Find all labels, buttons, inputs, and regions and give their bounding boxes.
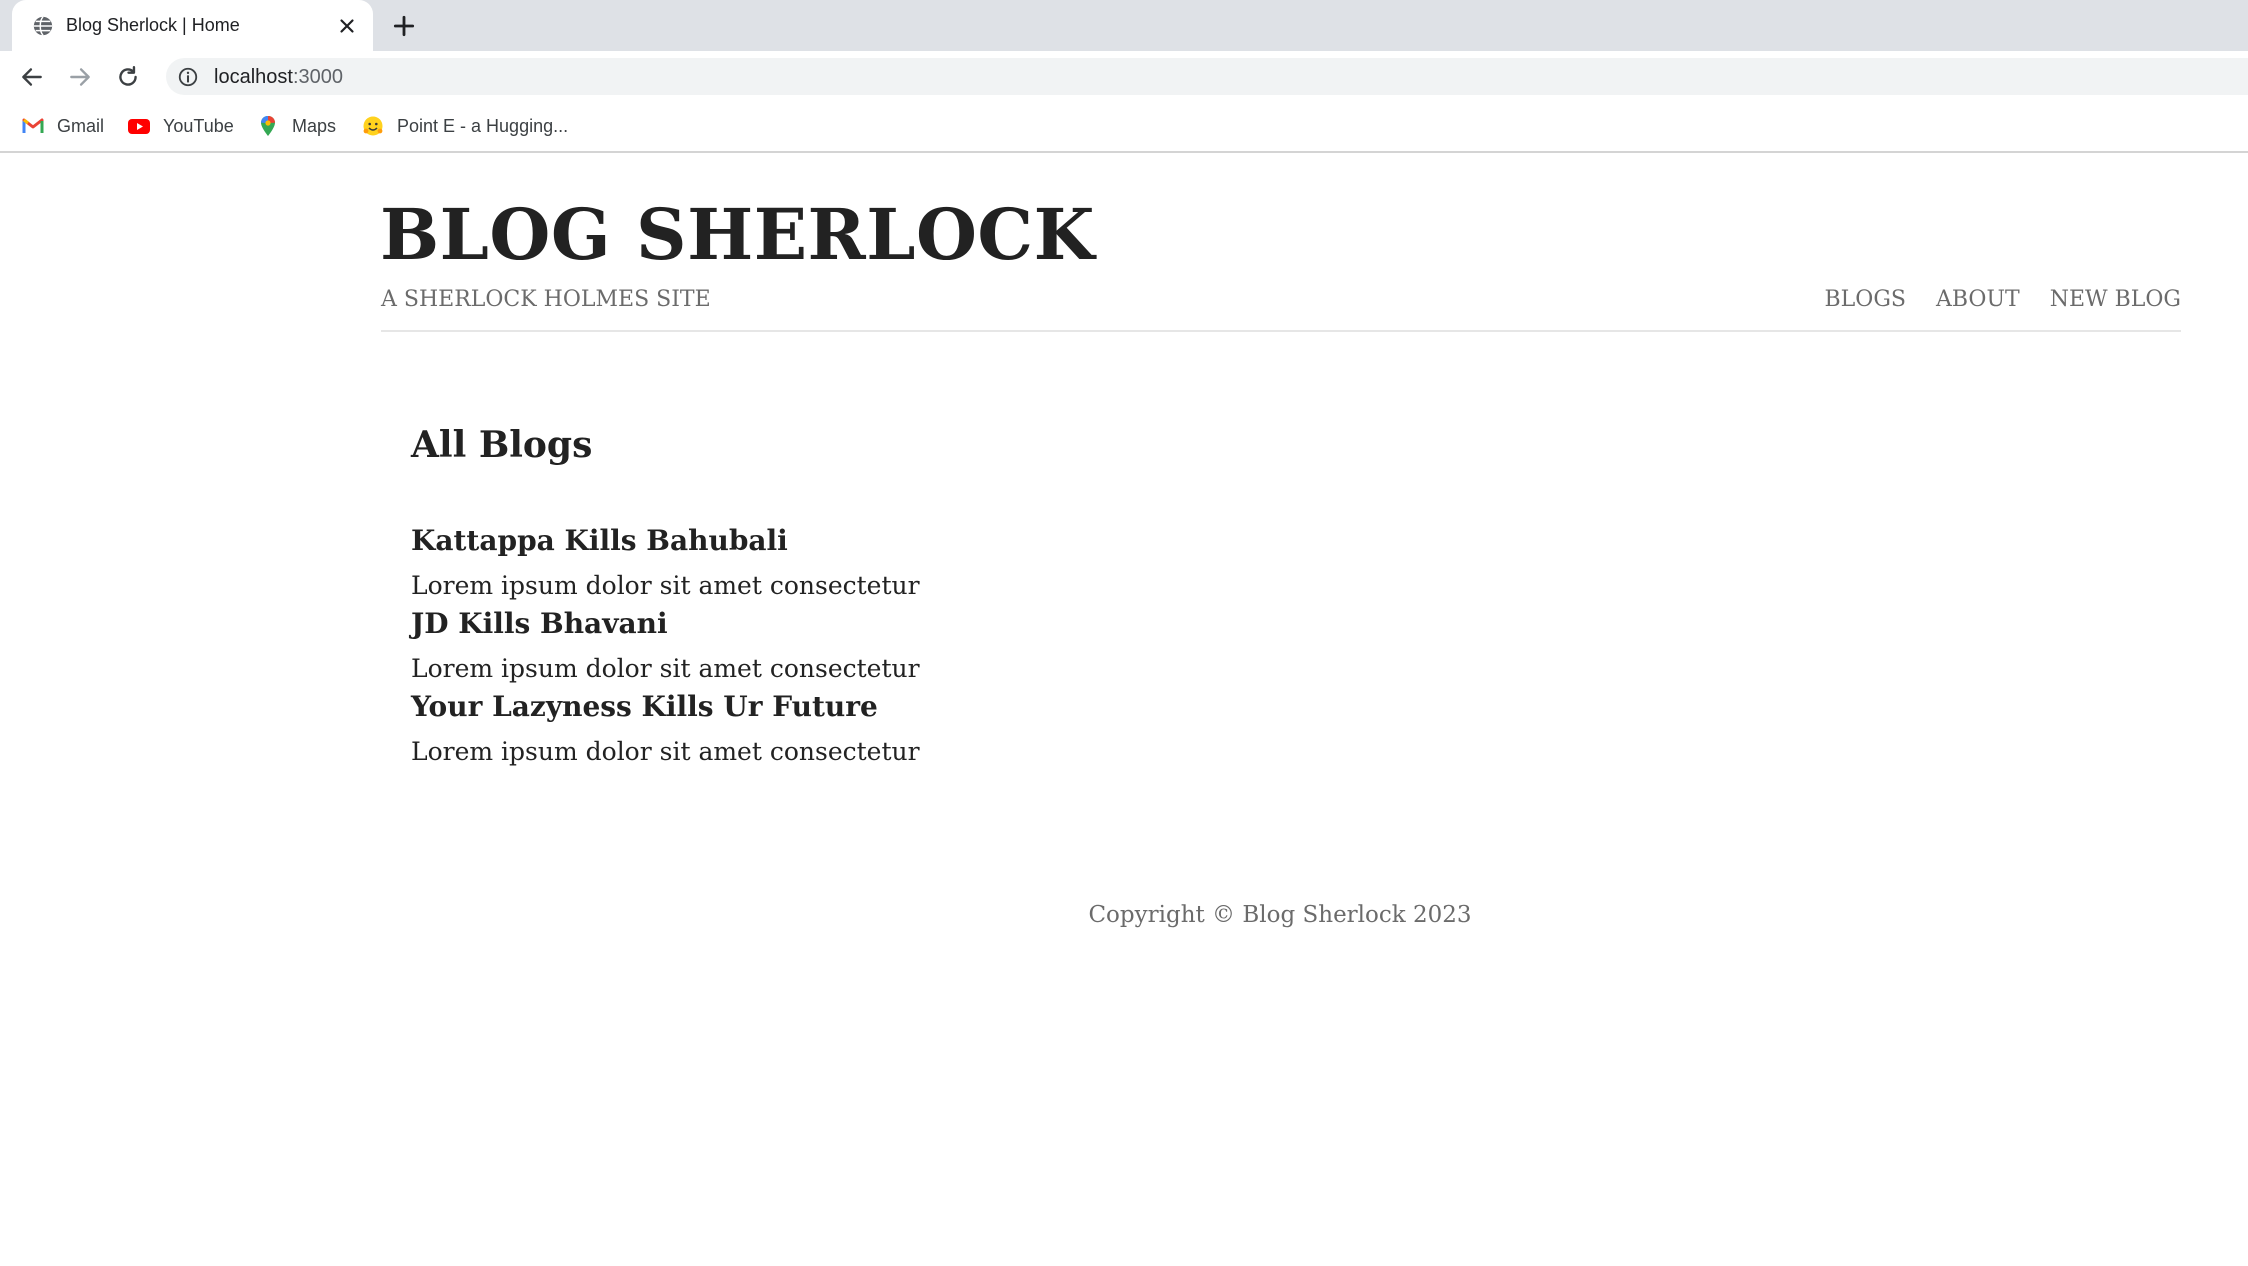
blog-snippet: Lorem ipsum dolor sit amet consectetur [411, 737, 920, 766]
bookmark-label: YouTube [163, 115, 234, 136]
site-info-icon[interactable] [177, 66, 199, 88]
address-bar[interactable]: localhost:3000 [166, 58, 2248, 95]
new-tab-plus-icon[interactable] [391, 13, 417, 39]
nav-link-blogs[interactable]: BLOGS [1825, 285, 1906, 315]
blog-title[interactable]: Your Lazyness Kills Ur Future [411, 687, 1611, 727]
tab-title: Blog Sherlock | Home [66, 15, 240, 35]
header-divider [381, 330, 2181, 332]
bookmark-label: Point E - a Hugging... [397, 115, 569, 136]
bookmark-point-e[interactable]: Point E - a Hugging... [361, 113, 568, 139]
forward-arrow-icon[interactable] [67, 64, 93, 90]
bookmark-label: Maps [292, 115, 337, 136]
url-port: :3000 [292, 66, 343, 88]
bookmark-gmail[interactable]: Gmail [21, 113, 104, 139]
url-text[interactable]: localhost:3000 [214, 64, 343, 90]
bookmark-label: Gmail [57, 115, 105, 136]
gmail-icon [22, 118, 44, 133]
site-subtitle: A SHERLOCK HOLMES SITE [381, 287, 711, 312]
youtube-icon [128, 119, 150, 134]
browser-toolbar: localhost:3000 [0, 51, 2248, 101]
blog-snippet: Lorem ipsum dolor sit amet consectetur [411, 654, 920, 683]
hugging-face-icon [363, 116, 383, 136]
blog-item[interactable]: Kattappa Kills Bahubali Lorem ipsum dolo… [411, 521, 1611, 604]
browser-tab-active[interactable]: Blog Sherlock | Home [12, 0, 373, 51]
nav-link-new-blog[interactable]: NEW BLOG [2050, 285, 2181, 315]
site-nav: BLOGS ABOUT NEW BLOG [1825, 285, 2182, 315]
close-icon[interactable] [336, 15, 358, 37]
blog-snippet: Lorem ipsum dolor sit amet consectetur [411, 571, 920, 600]
site-title[interactable]: BLOG SHERLOCK [380, 190, 1095, 280]
bookmarks-bar: Gmail YouTube Maps Point E - a Hugging..… [0, 101, 2248, 153]
back-arrow-icon[interactable] [19, 64, 45, 90]
globe-icon [33, 16, 53, 36]
bookmark-maps[interactable]: Maps [256, 113, 336, 139]
blog-title[interactable]: Kattappa Kills Bahubali [411, 521, 1611, 561]
reload-icon[interactable] [115, 64, 141, 90]
bookmark-youtube[interactable]: YouTube [127, 113, 234, 139]
nav-link-about[interactable]: ABOUT [1936, 285, 2020, 315]
url-host: localhost [214, 66, 293, 88]
blog-item[interactable]: JD Kills Bhavani Lorem ipsum dolor sit a… [411, 604, 1611, 687]
blog-title[interactable]: JD Kills Bhavani [411, 604, 1611, 644]
site-footer: Copyright © Blog Sherlock 2023 [1088, 902, 1472, 928]
blog-item[interactable]: Your Lazyness Kills Ur Future Lorem ipsu… [411, 687, 1611, 770]
tab-strip: Blog Sherlock | Home [0, 0, 2248, 51]
main-content: All Blogs Kattappa Kills Bahubali Lorem … [411, 415, 1611, 770]
page-heading: All Blogs [411, 424, 593, 466]
maps-icon [261, 116, 275, 136]
